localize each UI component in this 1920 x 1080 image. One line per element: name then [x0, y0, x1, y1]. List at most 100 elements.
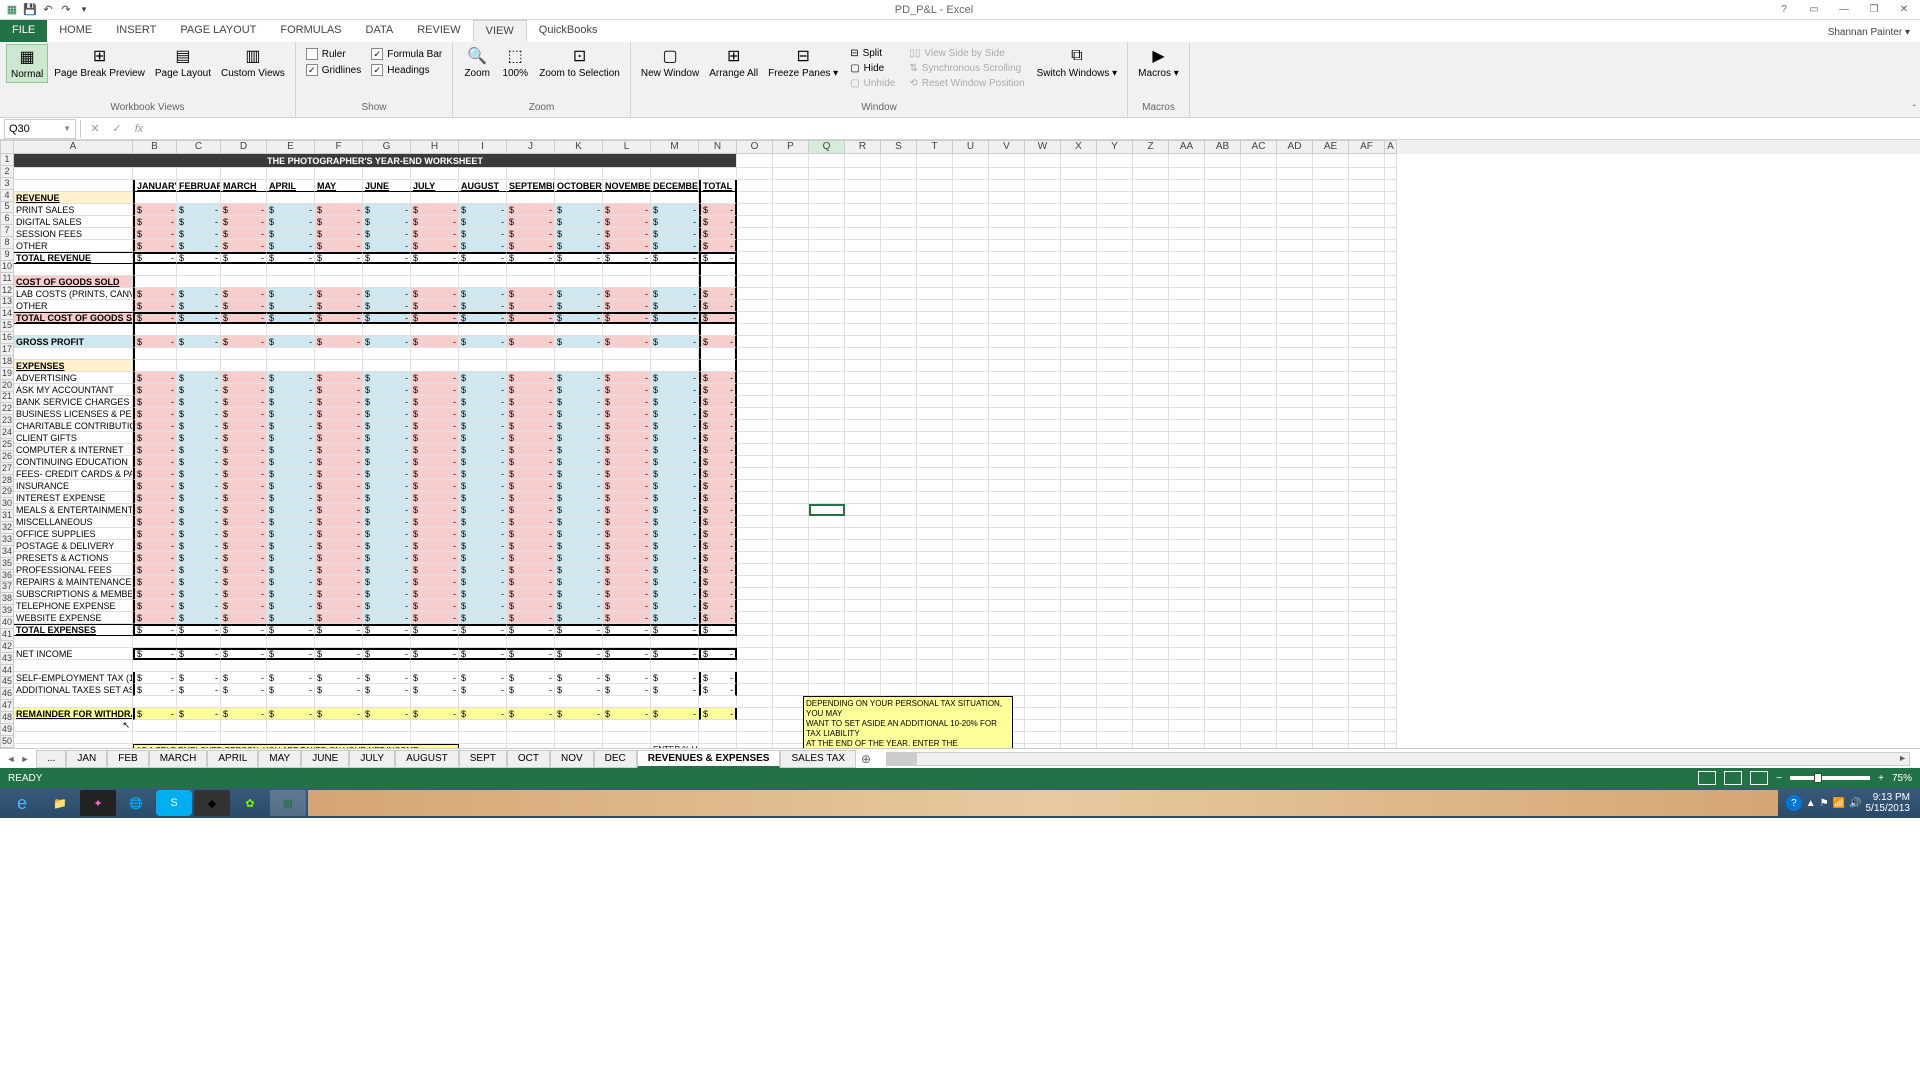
- empty-cell[interactable]: [1277, 696, 1313, 708]
- empty-cell[interactable]: [315, 696, 363, 708]
- empty-cell[interactable]: [881, 300, 917, 312]
- column-header[interactable]: S: [881, 140, 917, 154]
- empty-cell[interactable]: [881, 252, 917, 264]
- empty-cell[interactable]: [14, 324, 133, 336]
- empty-cell[interactable]: [1385, 480, 1397, 492]
- empty-cell[interactable]: [1061, 672, 1097, 684]
- money-cell[interactable]: $-: [363, 588, 411, 600]
- empty-cell[interactable]: [845, 588, 881, 600]
- empty-cell[interactable]: [917, 360, 953, 372]
- empty-cell[interactable]: [1313, 360, 1349, 372]
- empty-cell[interactable]: [773, 360, 809, 372]
- money-cell[interactable]: $-: [133, 372, 177, 384]
- empty-cell[interactable]: [221, 360, 267, 372]
- money-cell[interactable]: $-: [651, 420, 699, 432]
- empty-cell[interactable]: [1277, 456, 1313, 468]
- row-label[interactable]: INSURANCE: [14, 480, 133, 492]
- row-header[interactable]: 13: [0, 297, 14, 309]
- fx-icon[interactable]: fx: [129, 120, 149, 138]
- money-cell[interactable]: $-: [507, 456, 555, 468]
- empty-cell[interactable]: [1169, 154, 1205, 168]
- row-header[interactable]: 29: [0, 487, 14, 499]
- month-header[interactable]: OCTOBER: [555, 180, 603, 192]
- money-cell[interactable]: $-: [459, 288, 507, 300]
- row-label[interactable]: MEALS & ENTERTAINMENT: [14, 504, 133, 516]
- empty-cell[interactable]: [809, 192, 845, 204]
- app2-icon[interactable]: ◆: [194, 790, 230, 816]
- money-cell[interactable]: $-: [651, 444, 699, 456]
- empty-cell[interactable]: [1277, 516, 1313, 528]
- column-header[interactable]: N: [699, 140, 737, 154]
- empty-cell[interactable]: [1025, 408, 1061, 420]
- empty-cell[interactable]: [1097, 648, 1133, 660]
- row-label[interactable]: REMAINDER FOR WITHDRAWAL: [14, 708, 133, 720]
- empty-cell[interactable]: [555, 660, 603, 672]
- row-header[interactable]: 27: [0, 463, 14, 475]
- empty-cell[interactable]: [773, 660, 809, 672]
- empty-cell[interactable]: [1385, 624, 1397, 636]
- money-cell[interactable]: $-: [699, 564, 737, 576]
- money-cell[interactable]: $-: [315, 684, 363, 696]
- empty-cell[interactable]: [1205, 228, 1241, 240]
- sheet-tab[interactable]: JUNE: [301, 750, 349, 768]
- empty-cell[interactable]: [1133, 672, 1169, 684]
- empty-cell[interactable]: [809, 636, 845, 648]
- empty-cell[interactable]: [363, 348, 411, 360]
- empty-cell[interactable]: [1313, 744, 1349, 748]
- empty-cell[interactable]: [809, 540, 845, 552]
- empty-cell[interactable]: [1061, 588, 1097, 600]
- row-header[interactable]: 1: [0, 154, 14, 166]
- empty-cell[interactable]: [1025, 504, 1061, 516]
- money-cell[interactable]: $-: [411, 336, 459, 348]
- empty-cell[interactable]: [1133, 154, 1169, 168]
- sheet-tab[interactable]: JAN: [66, 750, 107, 768]
- money-cell[interactable]: $-: [363, 300, 411, 312]
- empty-cell[interactable]: [651, 276, 699, 288]
- empty-cell[interactable]: [881, 204, 917, 216]
- tab-insert[interactable]: INSERT: [104, 20, 168, 42]
- empty-cell[interactable]: [1385, 264, 1397, 276]
- empty-cell[interactable]: [1313, 252, 1349, 264]
- column-header[interactable]: V: [989, 140, 1025, 154]
- empty-cell[interactable]: [1313, 552, 1349, 564]
- row-header[interactable]: 31: [0, 510, 14, 522]
- empty-cell[interactable]: [363, 276, 411, 288]
- empty-cell[interactable]: [1241, 168, 1277, 180]
- empty-cell[interactable]: [1205, 504, 1241, 516]
- empty-cell[interactable]: [1169, 516, 1205, 528]
- empty-cell[interactable]: [809, 588, 845, 600]
- money-cell[interactable]: $-: [363, 384, 411, 396]
- empty-cell[interactable]: [917, 264, 953, 276]
- money-cell[interactable]: $-: [411, 228, 459, 240]
- empty-cell[interactable]: [917, 276, 953, 288]
- empty-cell[interactable]: [917, 624, 953, 636]
- empty-cell[interactable]: [1205, 420, 1241, 432]
- empty-cell[interactable]: [809, 264, 845, 276]
- empty-cell[interactable]: [1169, 384, 1205, 396]
- empty-cell[interactable]: [1205, 468, 1241, 480]
- empty-cell[interactable]: [917, 480, 953, 492]
- row-label[interactable]: TELEPHONE EXPENSE: [14, 600, 133, 612]
- empty-cell[interactable]: [1241, 204, 1277, 216]
- empty-cell[interactable]: [845, 168, 881, 180]
- empty-cell[interactable]: [1313, 348, 1349, 360]
- money-cell[interactable]: $-: [699, 420, 737, 432]
- empty-cell[interactable]: [1205, 612, 1241, 624]
- ie-icon[interactable]: e: [4, 790, 40, 816]
- empty-cell[interactable]: [1133, 324, 1169, 336]
- empty-cell[interactable]: [133, 732, 177, 744]
- empty-cell[interactable]: [699, 348, 737, 360]
- money-cell[interactable]: $-: [133, 600, 177, 612]
- empty-cell[interactable]: [1133, 552, 1169, 564]
- empty-cell[interactable]: [737, 588, 773, 600]
- row-header[interactable]: 16: [0, 332, 14, 344]
- empty-cell[interactable]: [773, 252, 809, 264]
- empty-cell[interactable]: [845, 624, 881, 636]
- empty-cell[interactable]: [737, 456, 773, 468]
- empty-cell[interactable]: [1169, 648, 1205, 660]
- empty-cell[interactable]: [737, 708, 773, 720]
- row-header[interactable]: 46: [0, 688, 14, 700]
- empty-cell[interactable]: [845, 360, 881, 372]
- empty-cell[interactable]: [507, 732, 555, 744]
- money-cell[interactable]: $-: [221, 312, 267, 324]
